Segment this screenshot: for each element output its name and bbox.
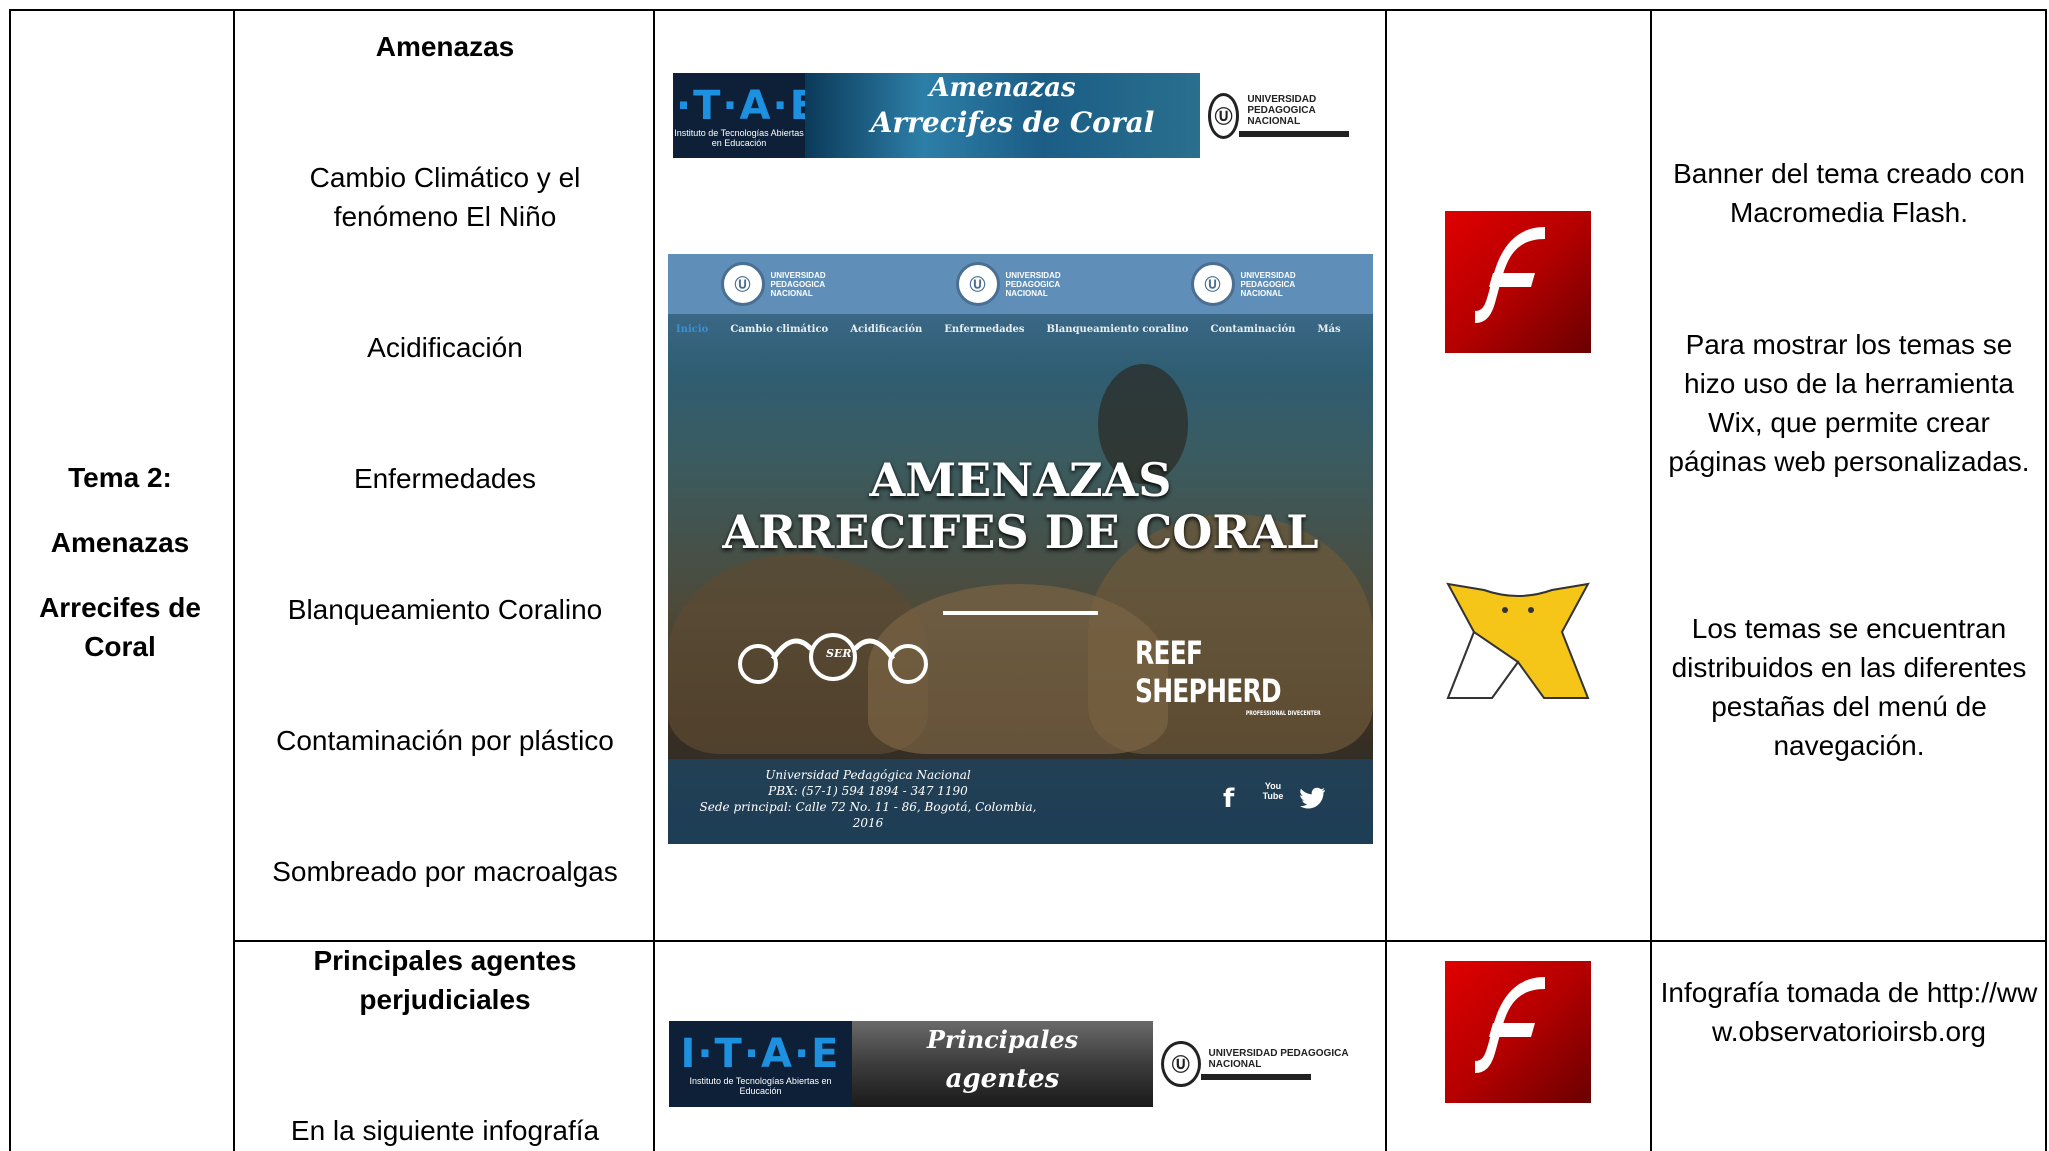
topic-cell: Tema 2: Amenazas Arrecifes de Coral [20,458,220,666]
itae-logo: I·T·A·E Instituto de Tecnologías Abierta… [673,73,817,158]
site-footer: Universidad Pedagógica Nacional PBX: (57… [668,759,1373,844]
upn-seal-icon: Ⓤ [1208,92,1240,139]
banner-title: Amenazas Arrecifes de Coral [805,73,1200,158]
section-heading: Principales agentes perjudiciales [313,945,577,1015]
topic-label: Tema 2: [68,462,172,493]
subtopic-item: Blanqueamiento Coralino [287,594,603,625]
nav-item: Enfermedades [944,323,1025,335]
topic-banner: I·T·A·E Instituto de Tecnologías Abierta… [673,73,1368,158]
facebook-icon: f [1223,784,1235,814]
youtube-icon: You Tube [1262,781,1284,801]
column-divider [233,9,235,1151]
nav-item-inicio: Inicio [676,323,709,335]
nav-item: Acidificación [850,323,923,335]
subtopic-item: Sombreado por macroalgas [272,856,618,887]
subtopic-item: Acidificación [367,332,523,363]
reef-shepherd-logo: REEF SHEPHERD PROFESSIONAL DIVECENTER [1135,634,1321,717]
wix-site-screenshot: Ⓤ UNIVERSIDAD PEDAGOGICA NACIONAL Ⓤ UNIVER… [668,254,1373,844]
topic-subtitle: Arrecifes de Coral [39,592,201,662]
upn-logo: Ⓤ UNIVERSIDAD PEDAGOGICA NACIONAL [1200,73,1368,158]
column-divider [1385,9,1387,1151]
subtopic-item: Enfermedades [353,463,537,494]
upn-seal-icon: Ⓤ [955,262,1000,306]
site-header-logo: Ⓤ UNIVERSIDAD PEDAGOGICA NACIONAL [955,262,1086,306]
description-text: Infografía tomada de http://www.observat… [1660,977,2038,1047]
ser-logo-text: SER [826,647,852,660]
topic-title: Amenazas [50,527,190,558]
twitter-icon [1300,787,1325,809]
site-header-logo: Ⓤ UNIVERSIDAD PEDAGOGICA NACIONAL [720,262,851,306]
itae-logo: I·T·A·E Instituto de Tecnologías Abierta… [669,1021,852,1107]
site-title: AMENAZAS [869,453,1172,507]
site-nav: Inicio Cambio climático Acidificación En… [668,316,1373,342]
site-header-logo: Ⓤ UNIVERSIDAD PEDAGOGICA NACIONAL [1190,262,1321,306]
description-text: Los temas se encuentran distribuidos en … [1671,613,2027,761]
column-divider [653,9,655,1151]
site-divider [943,611,1098,615]
site-subtitle: ARRECIFES DE CORAL [722,505,1319,559]
nav-item: Más [1317,323,1341,335]
column-divider [1650,9,1652,1151]
section-heading: Amenazas [375,31,515,62]
subtopic-item: Cambio Climático y el fenómeno El Niño [309,162,581,232]
wix-icon [1444,580,1592,706]
upn-seal-icon: Ⓤ [1190,262,1235,306]
footer-address: Universidad Pedagógica Nacional PBX: (57… [699,768,1037,830]
subtopic-item: Contaminación por plástico [276,725,614,756]
description-text: Para mostrar los temas se hizo uso de la… [1668,329,2030,477]
upn-seal-icon: Ⓤ [1161,1041,1201,1087]
site-header: Ⓤ UNIVERSIDAD PEDAGOGICA NACIONAL Ⓤ UNIVER… [668,254,1373,314]
table-border-right [2045,9,2047,1151]
upn-logo: Ⓤ UNIVERSIDAD PEDAGOGICA NACIONAL [1153,1021,1371,1107]
flash-icon [1445,211,1591,353]
topic-banner: I·T·A·E Instituto de Tecnologías Abierta… [669,1021,1371,1107]
table-border-left [9,9,11,1151]
body-text: En la siguiente infografía [290,1115,600,1146]
nav-item: Contaminación [1210,323,1296,335]
upn-seal-icon: Ⓤ [720,262,765,306]
description-text: Banner del tema creado con Macromedia Fl… [1673,158,2025,228]
flash-icon [1445,961,1591,1103]
nav-item: Blanqueamiento coralino [1046,323,1189,335]
nav-item: Cambio climático [730,323,829,335]
banner-title: Principales agentes perjudiciales [852,1021,1153,1107]
table-border-top [9,9,2047,11]
